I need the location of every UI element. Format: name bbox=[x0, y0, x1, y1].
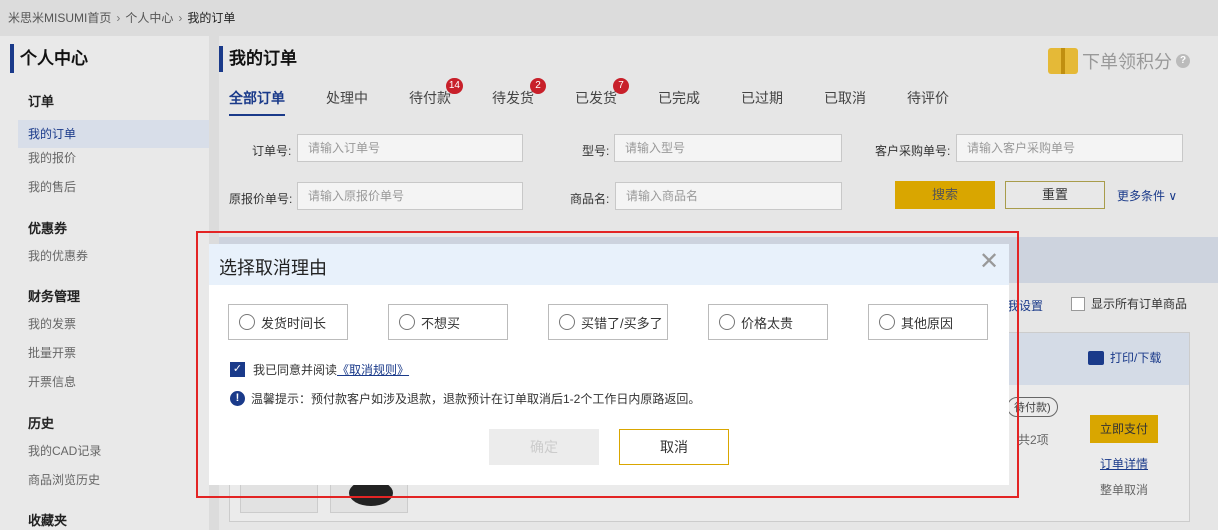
agree-checkbox[interactable]: ✓ bbox=[230, 362, 245, 377]
order-tabs: 全部订单 处理中 待付款 14 待发货 2 已发货 7 已完成 已过期 已取消 待评价 bbox=[229, 78, 990, 116]
reason-option-other[interactable]: 其他原因 bbox=[868, 304, 988, 340]
tab-completed[interactable]: 已完成 bbox=[658, 88, 700, 116]
printer-icon bbox=[1088, 350, 1104, 365]
cancel-rules-link[interactable]: 《取消规则》 bbox=[337, 363, 409, 377]
tab-to-review[interactable]: 待评价 bbox=[907, 88, 949, 116]
radio-icon[interactable] bbox=[399, 314, 415, 330]
reason-option-not-wanted[interactable]: 不想买 bbox=[388, 304, 508, 340]
tab-cancelled[interactable]: 已取消 bbox=[824, 88, 866, 116]
reason-option-wrong-item[interactable]: 买错了/买多了 bbox=[548, 304, 668, 340]
show-all-items-toggle[interactable]: 显示所有订单商品 bbox=[1071, 295, 1187, 312]
points-promo[interactable]: 下单领积分 ? bbox=[1048, 48, 1190, 74]
count-badge: 2 bbox=[530, 78, 546, 94]
show-all-label: 显示所有订单商品 bbox=[1091, 297, 1188, 311]
model-input[interactable]: 请输入型号 bbox=[614, 134, 842, 162]
breadcrumb-current: 我的订单 bbox=[187, 11, 236, 25]
sidebar-item-my-orders[interactable]: 我的订单 bbox=[18, 120, 209, 148]
confirm-button[interactable]: 确定 bbox=[489, 429, 599, 465]
quote-no-label: 原报价单号: bbox=[229, 192, 293, 206]
page-title: 我的订单 bbox=[219, 46, 297, 72]
chevron-down-icon: ∨ bbox=[1168, 189, 1178, 203]
sidebar-item-my-quotes[interactable]: 我的报价 bbox=[28, 149, 76, 166]
cancel-reason-dialog: 选择取消理由 ✕ 发货时间长 不想买 买错了/买多了 价格太贵 其他原因 ✓ 我… bbox=[209, 244, 1009, 485]
tab-pending-payment[interactable]: 待付款 14 bbox=[409, 78, 463, 116]
tab-expired[interactable]: 已过期 bbox=[741, 88, 783, 116]
item-count: 共2项 bbox=[1018, 433, 1049, 447]
tab-processing[interactable]: 处理中 bbox=[326, 88, 368, 116]
sidebar-title: 个人中心 bbox=[10, 44, 88, 73]
reset-button[interactable]: 重置 bbox=[1005, 181, 1105, 209]
radio-icon[interactable] bbox=[719, 314, 735, 330]
po-label: 客户采购单号: bbox=[875, 144, 951, 158]
help-icon[interactable]: ? bbox=[1176, 54, 1190, 68]
model-label: 型号: bbox=[582, 144, 610, 158]
sidebar-section-coupon: 优惠券 bbox=[28, 221, 68, 236]
count-badge: 14 bbox=[445, 78, 463, 94]
agree-terms-row: ✓ 我已同意并阅读《取消规则》 bbox=[230, 361, 409, 378]
order-detail-link[interactable]: 订单详情 bbox=[1100, 455, 1148, 472]
tab-pending-shipment[interactable]: 待发货 2 bbox=[492, 78, 546, 116]
gift-icon bbox=[1048, 48, 1078, 74]
points-label: 下单领积分 bbox=[1082, 52, 1172, 72]
breadcrumb: 米思米MISUMI首页 › 个人中心 › 我的订单 bbox=[8, 9, 235, 26]
cancel-button[interactable]: 取消 bbox=[619, 429, 729, 465]
count-badge: 7 bbox=[613, 78, 629, 94]
reason-option-slow-delivery[interactable]: 发货时间长 bbox=[228, 304, 348, 340]
sidebar-item-batch-invoice[interactable]: 批量开票 bbox=[28, 344, 76, 361]
search-button[interactable]: 搜索 bbox=[895, 181, 995, 209]
radio-icon[interactable] bbox=[559, 314, 575, 330]
sidebar-section-favorites: 收藏夹 bbox=[28, 513, 68, 528]
tip-text: 温馨提示：预付款客户如涉及退款，退款预计在订单取消后1-2个工作日内原路返回。 bbox=[251, 392, 701, 406]
tab-shipped[interactable]: 已发货 7 bbox=[575, 78, 629, 116]
reason-options: 发货时间长 不想买 买错了/买多了 价格太贵 其他原因 bbox=[228, 304, 988, 340]
product-name-input[interactable]: 请输入商品名 bbox=[615, 182, 842, 210]
dialog-title: 选择取消理由 bbox=[219, 258, 327, 278]
quote-no-input[interactable]: 请输入原报价单号 bbox=[297, 182, 523, 210]
breadcrumb-personal-link[interactable]: 个人中心 bbox=[125, 9, 173, 26]
radio-icon[interactable] bbox=[879, 314, 895, 330]
checkbox[interactable] bbox=[1071, 296, 1085, 311]
sidebar: 个人中心 订单 我的订单 我的报价 我的售后 优惠券 我的优惠券 财务管理 我的… bbox=[0, 36, 209, 530]
close-icon[interactable]: ✕ bbox=[979, 250, 999, 274]
sidebar-item-my-invoices[interactable]: 我的发票 bbox=[28, 315, 76, 332]
info-icon: ! bbox=[230, 391, 245, 406]
sidebar-item-invoice-info[interactable]: 开票信息 bbox=[28, 373, 76, 390]
more-conditions-link[interactable]: 更多条件 ∨ bbox=[1117, 187, 1177, 204]
breadcrumb-separator-icon: › bbox=[178, 10, 183, 25]
refund-tip: ! 温馨提示：预付款客户如涉及退款，退款预计在订单取消后1-2个工作日内原路返回… bbox=[230, 390, 700, 407]
order-no-label: 订单号: bbox=[252, 144, 292, 158]
pay-now-button[interactable]: 立即支付 bbox=[1090, 415, 1158, 443]
breadcrumb-separator-icon: › bbox=[116, 10, 121, 25]
sidebar-item-my-coupons[interactable]: 我的优惠券 bbox=[28, 247, 88, 264]
sidebar-section-order: 订单 bbox=[28, 94, 55, 109]
print-download-button[interactable]: 打印/下载 bbox=[1088, 349, 1161, 366]
tab-all-orders[interactable]: 全部订单 bbox=[229, 88, 285, 116]
product-name-label: 商品名: bbox=[570, 192, 610, 206]
reason-option-too-expensive[interactable]: 价格太贵 bbox=[708, 304, 828, 340]
dialog-header: 选择取消理由 ✕ bbox=[209, 244, 1009, 285]
breadcrumb-home-link[interactable]: 米思米MISUMI首页 bbox=[8, 9, 111, 26]
sidebar-section-finance: 财务管理 bbox=[28, 289, 81, 304]
sidebar-item-after-sales[interactable]: 我的售后 bbox=[28, 178, 76, 195]
sidebar-item-browse-history[interactable]: 商品浏览历史 bbox=[28, 471, 100, 488]
po-input[interactable]: 请输入客户采购单号 bbox=[956, 134, 1183, 162]
agree-text: 我已同意并阅读 bbox=[253, 363, 338, 377]
sidebar-section-history: 历史 bbox=[28, 416, 55, 431]
radio-icon[interactable] bbox=[239, 314, 255, 330]
sidebar-item-cad-records[interactable]: 我的CAD记录 bbox=[28, 442, 101, 459]
order-no-input[interactable]: 请输入订单号 bbox=[297, 134, 523, 162]
cancel-order-link[interactable]: 整单取消 bbox=[1100, 481, 1148, 498]
